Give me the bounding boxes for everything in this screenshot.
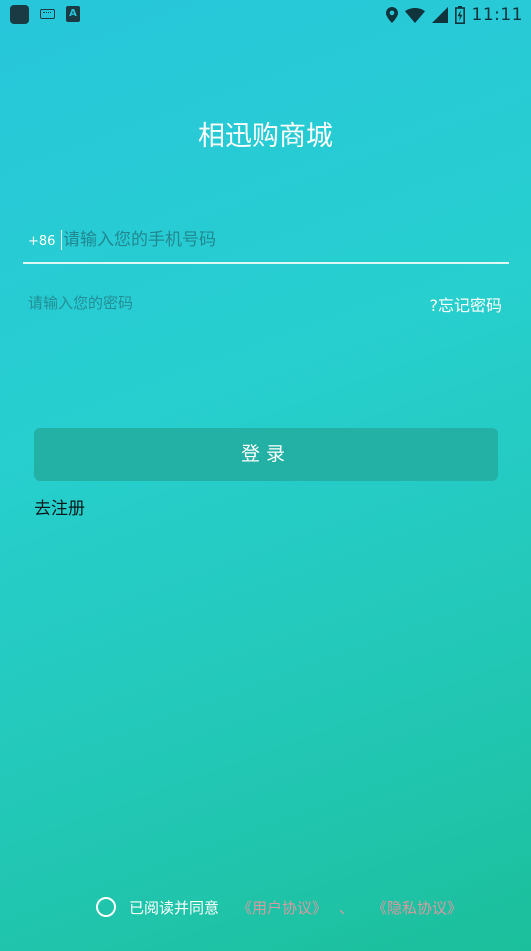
location-icon	[385, 7, 398, 23]
country-code[interactable]: +86	[28, 234, 55, 249]
app-notification-icon	[10, 5, 29, 24]
phone-row: +86	[23, 222, 509, 264]
status-bar-right: 11:11	[385, 0, 524, 30]
status-time: 11:11	[471, 5, 523, 25]
phone-input[interactable]	[63, 226, 493, 254]
forgot-password-link[interactable]: ?忘记密码	[430, 292, 503, 316]
agreement-text: 已阅读并同意	[129, 898, 220, 917]
keyboard-icon	[40, 9, 55, 19]
agreement-separator: 、	[339, 898, 355, 917]
app-title: 相迅购商城	[198, 121, 333, 152]
user-agreement-link[interactable]: 《用户协议》	[237, 897, 327, 918]
agreement-row: 已阅读并同意 《用户协议》 、 《隐私协议》	[96, 894, 462, 920]
privacy-policy-link[interactable]: 《隐私协议》	[372, 897, 462, 918]
signal-icon	[431, 7, 448, 23]
login-screen: A 11:11 相迅购商城 +86 请输入您的手机号码 ?忘记密码 登录 去注册…	[0, 0, 531, 951]
register-link[interactable]: 去注册	[34, 494, 85, 519]
text-caret	[61, 230, 62, 250]
a-icon: A	[66, 6, 80, 22]
agree-radio-button[interactable]	[96, 897, 116, 917]
wifi-icon	[404, 7, 425, 23]
login-button[interactable]: 登录	[34, 428, 498, 481]
status-bar: A 11:11	[0, 0, 531, 30]
password-input[interactable]	[28, 290, 388, 316]
battery-icon	[454, 6, 465, 24]
